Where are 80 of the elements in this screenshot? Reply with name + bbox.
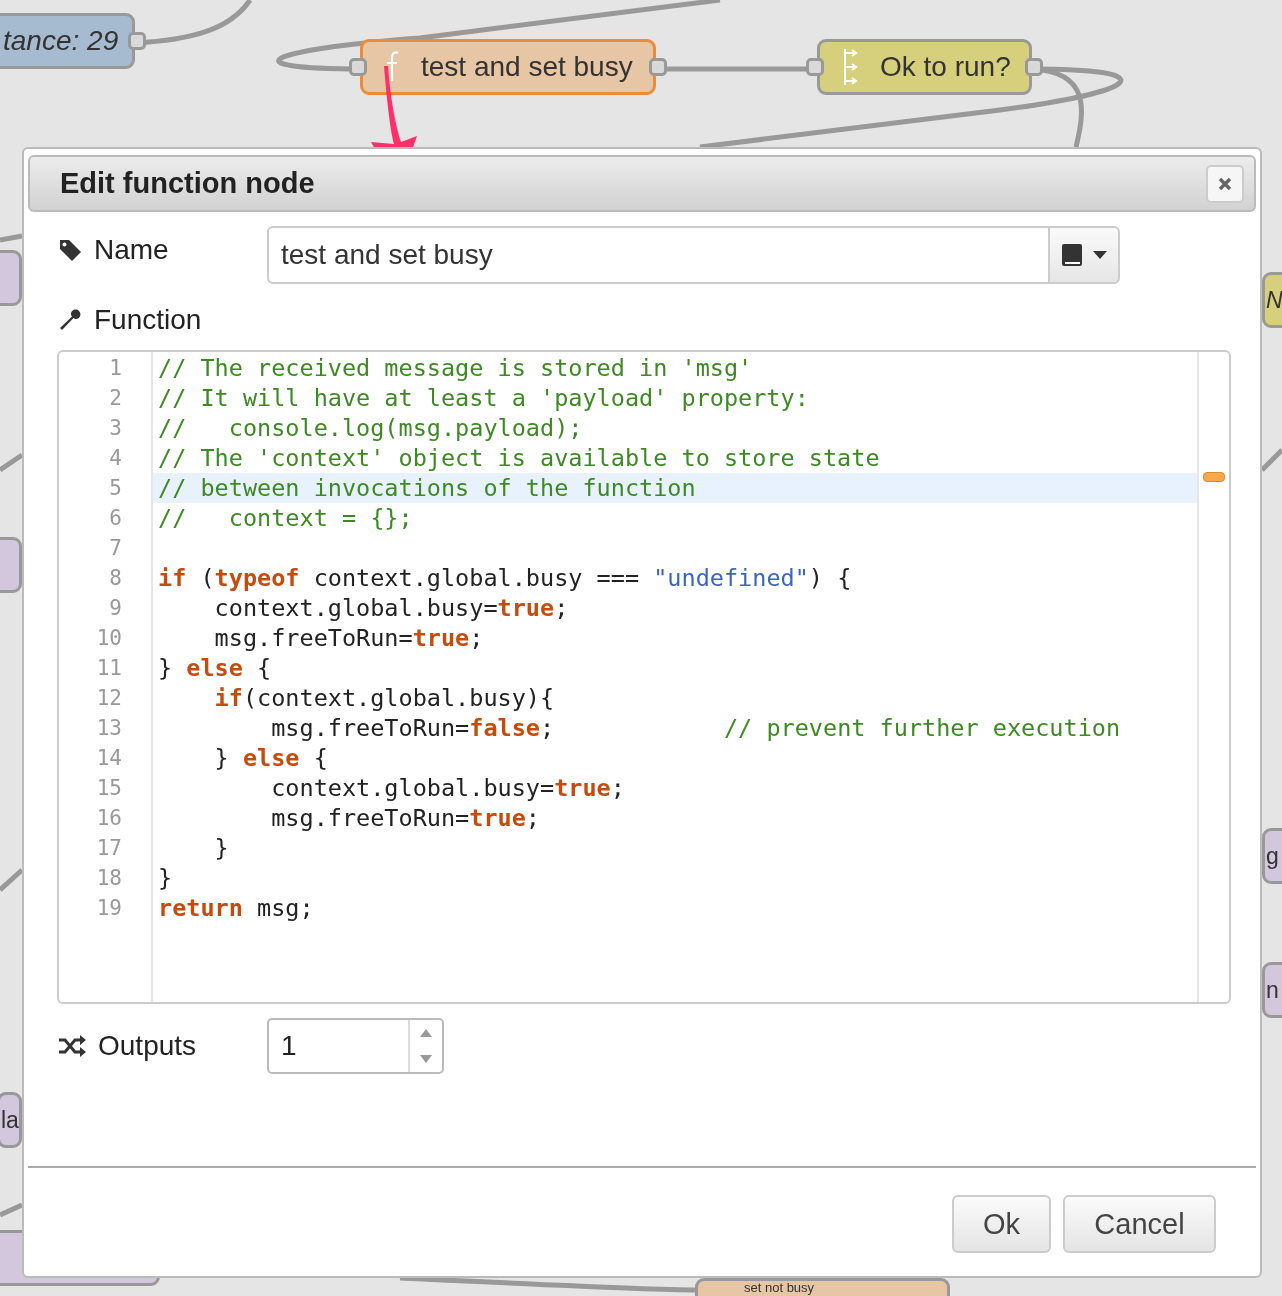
icon-picker-button[interactable] xyxy=(1048,226,1120,284)
flow-node[interactable]: set not busy xyxy=(695,1278,950,1296)
line-number: 11 xyxy=(95,655,123,682)
shuffle-icon xyxy=(58,1035,86,1057)
flow-node[interactable]: Ok to run? xyxy=(817,39,1032,95)
cancel-button[interactable]: Cancel xyxy=(1063,1195,1216,1253)
scroll-marker xyxy=(1203,472,1225,482)
code-line: } else { xyxy=(158,654,272,682)
code-line: // The 'context' object is available to store state xyxy=(158,444,880,472)
code-line: context.global.busy=true; xyxy=(270,774,625,802)
caret-icon xyxy=(1093,251,1107,259)
code-line: return msg; xyxy=(158,894,314,922)
code-line: } else { xyxy=(213,744,328,772)
line-number: 12 xyxy=(95,685,123,712)
code-line: // context = {}; xyxy=(158,504,413,532)
line-number: 19 xyxy=(95,895,123,922)
line-number: 13 xyxy=(95,715,123,742)
line-number: 1 xyxy=(108,355,123,382)
node-label: tance: 29 xyxy=(3,25,119,57)
line-number: 6 xyxy=(108,505,123,532)
code-line: msg.freeToRun=false; // prevent further execution xyxy=(270,714,1121,742)
line-number: 2 xyxy=(108,385,123,412)
node-label: Ok to run? xyxy=(880,51,1011,83)
output-port[interactable] xyxy=(1025,58,1043,76)
ok-button[interactable]: Ok xyxy=(952,1195,1051,1253)
line-number: 9 xyxy=(108,595,123,622)
book-icon xyxy=(1061,243,1083,267)
node-label: test and set busy xyxy=(421,51,633,83)
up-arrow-icon[interactable] xyxy=(420,1029,432,1037)
input-port[interactable] xyxy=(349,58,367,76)
code-line: // It will have at least a 'payload' property: xyxy=(158,384,809,412)
line-number: 15 xyxy=(95,775,123,802)
outputs-label: Outputs xyxy=(98,1030,197,1062)
flow-node[interactable]: test and set busy xyxy=(360,39,656,95)
line-number: 18 xyxy=(95,865,123,892)
code-line: // console.log(msg.payload); xyxy=(158,414,583,442)
dialog-title: Edit function node xyxy=(60,167,315,200)
down-arrow-icon[interactable] xyxy=(420,1055,432,1063)
node-label: g xyxy=(1265,842,1279,870)
flow-node[interactable]: la xyxy=(0,1092,22,1148)
code-line: // between invocations of the function xyxy=(158,474,696,502)
input-port[interactable] xyxy=(806,58,824,76)
output-port[interactable] xyxy=(649,58,667,76)
line-number: 5 xyxy=(108,475,123,502)
name-field[interactable]: test and set busy xyxy=(267,226,1048,284)
line-number: 10 xyxy=(95,625,123,652)
tag-icon xyxy=(58,238,82,262)
line-number: 7 xyxy=(108,535,123,562)
code-line: msg.freeToRun=true; xyxy=(270,804,540,832)
node-label: set not busy xyxy=(744,1281,815,1294)
line-number: 8 xyxy=(108,565,123,592)
branch-icon xyxy=(844,48,858,86)
code-line: } xyxy=(213,834,229,862)
flow-node[interactable]: N xyxy=(1262,272,1282,328)
flow-node[interactable]: tance: 29 xyxy=(0,13,135,69)
close-icon xyxy=(1217,175,1233,192)
flow-node[interactable]: n xyxy=(1262,962,1282,1018)
node-label: n xyxy=(1265,976,1279,1004)
code-line: context.global.busy=true; xyxy=(213,594,569,622)
line-number: 16 xyxy=(95,805,123,832)
code-line: msg.freeToRun=true; xyxy=(213,624,484,652)
node-label: N xyxy=(1265,286,1282,314)
line-number: 4 xyxy=(108,445,123,472)
name-label: Name xyxy=(94,234,169,266)
flow-node[interactable]: g xyxy=(1262,828,1282,884)
code-line: if(context.global.busy){ xyxy=(213,684,555,712)
wire xyxy=(1260,448,1282,472)
code-line: // The received message is stored in 'msg' xyxy=(158,354,753,382)
node-label: la xyxy=(0,1106,19,1134)
code-line: } xyxy=(158,864,173,892)
line-number: 17 xyxy=(95,835,123,862)
function-label: Function xyxy=(94,304,202,336)
line-number: 3 xyxy=(108,415,123,442)
outputs-spinner[interactable]: 1 xyxy=(267,1018,444,1074)
output-port[interactable] xyxy=(128,32,146,50)
function-icon xyxy=(387,51,399,83)
code-editor[interactable] xyxy=(57,350,1231,1004)
close-button[interactable] xyxy=(1206,164,1244,203)
line-number: 14 xyxy=(95,745,123,772)
code-line: if (typeof context.global.busy === "undefined") { xyxy=(158,564,852,592)
